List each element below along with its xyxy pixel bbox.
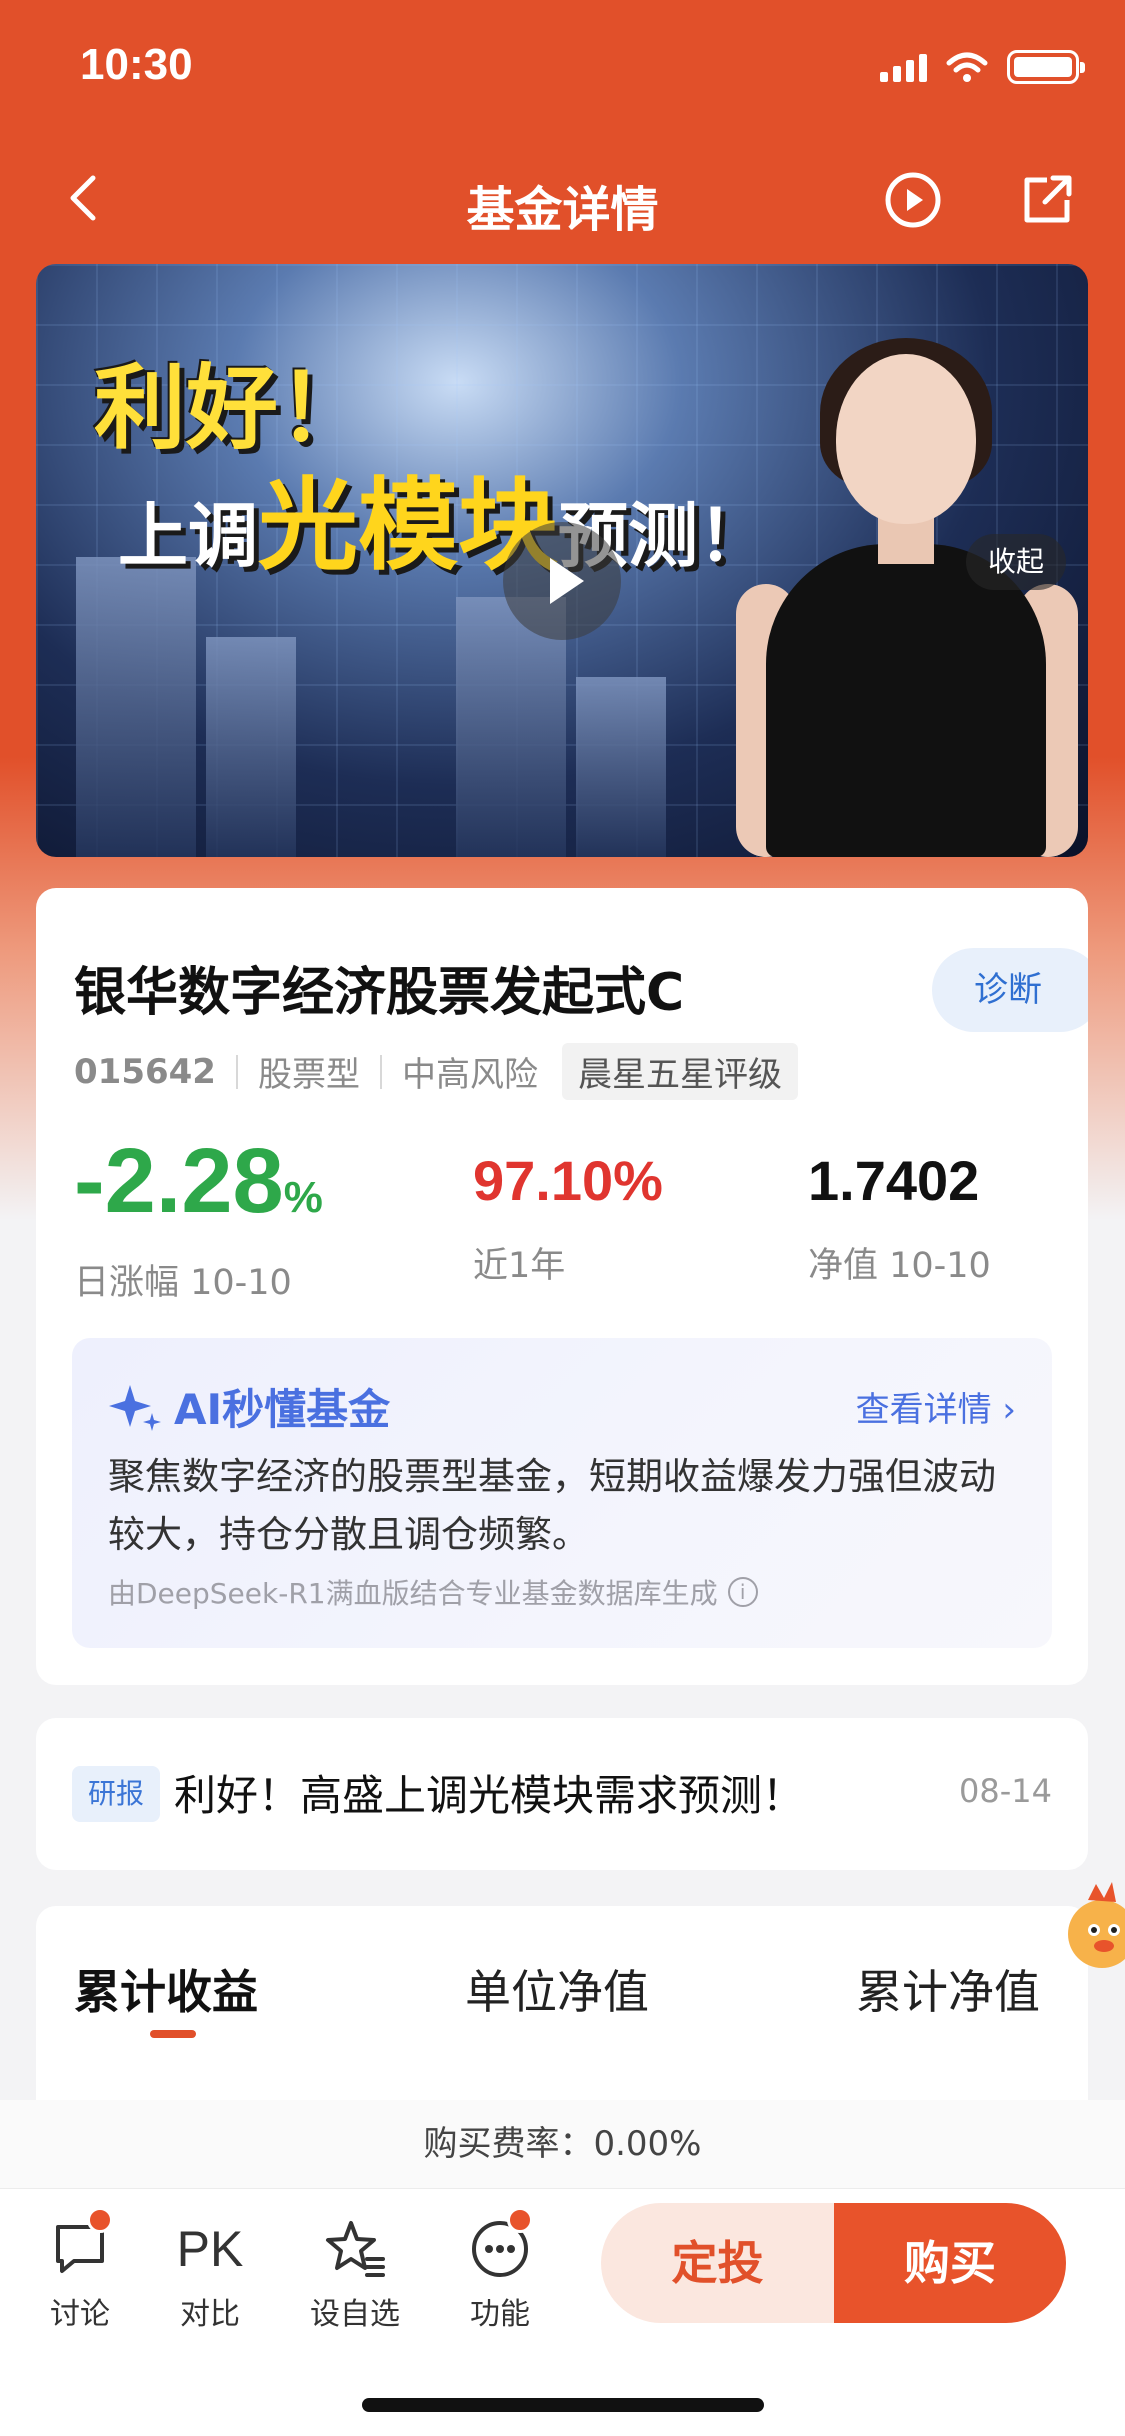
status-icons [880,50,1085,84]
fund-type: 股票型 [257,1055,360,1095]
action-button-group: 定投 购买 [601,2203,1066,2323]
compare-button[interactable]: PK 对比 [155,2217,265,2333]
fund-meta: 015642 股票型 中高风险 晨星五星评级 [74,1043,798,1100]
research-tag: 研报 [72,1766,160,1822]
purchase-fee-bar: 购买费率：0.00% [0,2100,1125,2188]
chevron-right-icon: › [1002,1390,1016,1430]
page-title: 基金详情 [466,182,659,238]
research-date: 08-14 [959,1772,1052,1810]
share-icon[interactable] [1017,170,1077,230]
building-graphic [576,677,666,857]
wifi-icon [946,52,988,82]
fund-info-card: 银华数字经济股票发起式C 诊断 015642 股票型 中高风险 晨星五星评级 -… [36,888,1088,1685]
video-play-button[interactable] [503,522,621,640]
nav-label: 净值 10-10 [808,1246,991,1286]
ai-source-note: 由DeepSeek-R1满血版结合专业基金数据库生成 i [108,1572,758,1612]
nav-stat: 1.7402 净值 10-10 [808,1133,991,1288]
status-bar: 10:30 [0,0,1125,135]
fund-name: 银华数字经济股票发起式C [74,963,685,1023]
bottom-action-bar: 讨论 PK 对比 设自选 功能 定投 购买 [0,2188,1125,2338]
play-circle-icon[interactable] [883,170,943,230]
add-watchlist-button[interactable]: 设自选 [300,2217,410,2333]
info-icon[interactable]: i [727,1577,758,1607]
discuss-button[interactable]: 讨论 [25,2207,135,2333]
video-banner[interactable]: 利好！ 上调光模块预测！ 收起 [36,264,1088,857]
ai-summary-title: AI秒懂基金 [108,1376,390,1437]
daily-change-label: 日涨幅 10-10 [74,1263,292,1303]
fixed-investment-button[interactable]: 定投 [601,2203,834,2323]
nav-value: 1.7402 [808,1149,980,1212]
mascot-icon[interactable] [1058,1878,1125,1978]
rating-badge[interactable]: 晨星五星评级 [561,1043,798,1100]
tab-unit-nav[interactable]: 单位净值 [465,1956,649,2022]
status-time: 10:30 [80,40,193,89]
chart-tabs-card: 累计收益 单位净值 累计净值 [36,1906,1088,2106]
nav-bar: 基金详情 [0,150,1125,250]
building-graphic [206,637,296,857]
battery-icon [1007,50,1085,84]
home-indicator[interactable] [362,2398,764,2412]
tab-cumulative-return[interactable]: 累计收益 [74,1956,258,2022]
tab-cumulative-nav[interactable]: 累计净值 [856,1956,1040,2022]
research-report-row[interactable]: 研报 利好！高盛上调光模块需求预测！ 08-14 [36,1718,1088,1870]
one-year-return-stat: 97.10% 近1年 [473,1133,663,1288]
buy-button[interactable]: 购买 [834,2203,1066,2323]
collapse-video-button[interactable]: 收起 [966,534,1066,590]
ai-summary-box[interactable]: AI秒懂基金 查看详情 › 聚焦数字经济的股票型基金，短期收益爆发力强但波动较大… [72,1338,1052,1648]
cellular-signal-icon [880,52,927,82]
fund-risk: 中高风险 [401,1055,538,1095]
ai-summary-text: 聚焦数字经济的股票型基金，短期收益爆发力强但波动较大，持仓分散且调仓频繁。 [108,1455,996,1556]
ai-view-details-link[interactable]: 查看详情 › [856,1382,1016,1431]
fund-code: 015642 [74,1051,216,1092]
functions-label: 功能 [470,2297,530,2332]
active-tab-indicator [150,2030,196,2038]
compare-label: 对比 [180,2297,240,2332]
daily-change-stat: -2.28% 日涨幅 10-10 [74,1133,323,1305]
add-watchlist-label: 设自选 [310,2297,400,2332]
daily-change-value: -2.28% [74,1130,323,1232]
research-title: 利好！高盛上调光模块需求预测！ [174,1771,805,1820]
one-year-return-value: 97.10% [473,1149,663,1212]
notification-dot [87,2207,113,2233]
star-list-icon [326,2221,385,2277]
one-year-return-label: 近1年 [473,1246,566,1286]
functions-button[interactable]: 功能 [445,2207,555,2333]
home-indicator-area [0,2338,1125,2436]
sparkle-icon [109,1384,161,1431]
video-headline-2: 上调光模块预测！ [118,467,768,584]
building-graphic [76,557,196,857]
notification-dot [507,2207,533,2233]
diagnose-button[interactable]: 诊断 [932,948,1088,1032]
pk-icon: PK [176,2221,244,2277]
presenter-image [736,338,1078,857]
discuss-label: 讨论 [50,2297,110,2332]
